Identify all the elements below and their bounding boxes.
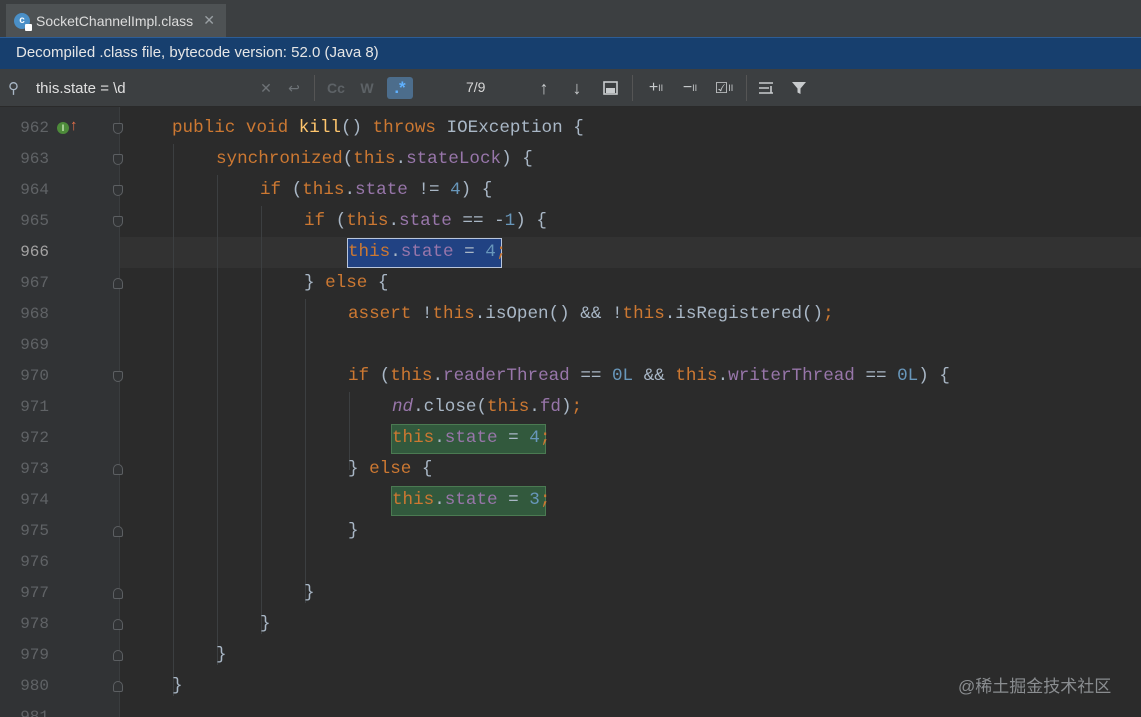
- search-input[interactable]: [30, 77, 262, 99]
- fold-marker-icon[interactable]: [113, 278, 123, 289]
- close-tab-icon[interactable]: ✕: [203, 12, 215, 29]
- search-icon[interactable]: ⚲: [8, 79, 19, 97]
- fold-marker-icon[interactable]: [113, 216, 123, 227]
- line-number: 975: [20, 522, 49, 540]
- code-line: }: [260, 614, 271, 634]
- code-line: assert !this.isOpen() && !this.isRegiste…: [348, 304, 834, 324]
- fold-marker-icon[interactable]: [113, 154, 123, 165]
- watermark: @稀土掘金技术社区: [958, 677, 1112, 696]
- fold-marker-icon[interactable]: [113, 681, 123, 692]
- code-line: this.state = 3;: [392, 490, 551, 510]
- previous-occurrence-icon[interactable]: ↑: [534, 77, 554, 99]
- code-line: }: [172, 676, 183, 696]
- line-number: 978: [20, 615, 49, 633]
- line-number: 973: [20, 460, 49, 478]
- fold-marker-icon[interactable]: [113, 619, 123, 630]
- line-number: 980: [20, 677, 49, 695]
- file-tab[interactable]: c SocketChannelImpl.class ✕: [6, 4, 226, 37]
- fold-marker-icon[interactable]: [113, 650, 123, 661]
- line-number: 971: [20, 398, 49, 416]
- code-line: } else {: [304, 273, 389, 293]
- line-number: 963: [20, 150, 49, 168]
- caret-row-highlight: [120, 237, 1141, 268]
- line-number: 970: [20, 367, 49, 385]
- current-line-number: 966: [20, 243, 49, 261]
- line-number: 977: [20, 584, 49, 602]
- regex-toggle[interactable]: .*: [387, 77, 413, 99]
- overrides-arrow-icon[interactable]: ↑: [70, 117, 78, 134]
- code-line: }: [304, 583, 315, 603]
- code-line: public void kill() throws IOException {: [172, 118, 584, 138]
- code-line: synchronized(this.stateLock) {: [216, 149, 533, 169]
- clear-search-icon[interactable]: ✕: [259, 77, 273, 99]
- line-number: 968: [20, 305, 49, 323]
- fold-marker-icon[interactable]: [113, 185, 123, 196]
- line-number: 979: [20, 646, 49, 664]
- select-all-occurrences-icon[interactable]: [601, 77, 621, 99]
- line-number: 981: [20, 708, 49, 717]
- fold-marker-icon[interactable]: [113, 588, 123, 599]
- class-file-icon: c: [14, 12, 32, 31]
- filter-icon[interactable]: [789, 77, 809, 99]
- line-number: 976: [20, 553, 49, 571]
- code-line: this.state = 4;: [348, 242, 507, 262]
- code-line: if (this.readerThread == 0L && this.writ…: [348, 366, 950, 386]
- words-toggle[interactable]: W: [358, 77, 376, 99]
- line-number: 972: [20, 429, 49, 447]
- line-number: 969: [20, 336, 49, 354]
- file-tab-label: SocketChannelImpl.class: [36, 12, 194, 29]
- line-number: 967: [20, 274, 49, 292]
- code-line: } else {: [348, 459, 433, 479]
- remove-occurrence-icon[interactable]: − II: [678, 77, 702, 99]
- code-editor[interactable]: 962 963 964 965 966 967 968 969 970 971 …: [0, 107, 1141, 717]
- line-number: 962: [20, 119, 49, 137]
- code-line: this.state = 4;: [392, 428, 551, 448]
- fold-marker-icon[interactable]: [113, 526, 123, 537]
- add-occurrence-icon[interactable]: + II: [644, 77, 668, 99]
- banner-text: Decompiled .class file, bytecode version…: [16, 44, 379, 61]
- line-number: 965: [20, 212, 49, 230]
- match-case-toggle[interactable]: Cc: [324, 77, 348, 99]
- line-number: 974: [20, 491, 49, 509]
- code-line: }: [348, 521, 359, 541]
- decompiled-notice-banner: Decompiled .class file, bytecode version…: [0, 37, 1141, 69]
- code-line: nd.close(this.fd);: [392, 397, 583, 417]
- new-line-icon[interactable]: ↩: [285, 77, 303, 99]
- override-method-icon[interactable]: I: [57, 122, 69, 134]
- fold-marker-icon[interactable]: [113, 371, 123, 382]
- line-number: 964: [20, 181, 49, 199]
- editor-tab-bar: c SocketChannelImpl.class ✕: [0, 0, 1141, 37]
- code-line: if (this.state == -1) {: [304, 211, 547, 231]
- fold-marker-icon[interactable]: [113, 123, 123, 134]
- select-all-matches-icon[interactable]: ☑ II: [711, 77, 737, 99]
- find-bar: ⚲ ✕ ↩ Cc W .* 7/9 ↑ ↓ +II −II ☑II: [0, 69, 1141, 107]
- match-counter: 7/9: [466, 79, 486, 95]
- code-line: if (this.state != 4) {: [260, 180, 493, 200]
- filter-search-results-icon[interactable]: [756, 77, 778, 99]
- fold-marker-icon[interactable]: [113, 464, 123, 475]
- code-line: }: [216, 645, 227, 665]
- next-occurrence-icon[interactable]: ↓: [567, 77, 587, 99]
